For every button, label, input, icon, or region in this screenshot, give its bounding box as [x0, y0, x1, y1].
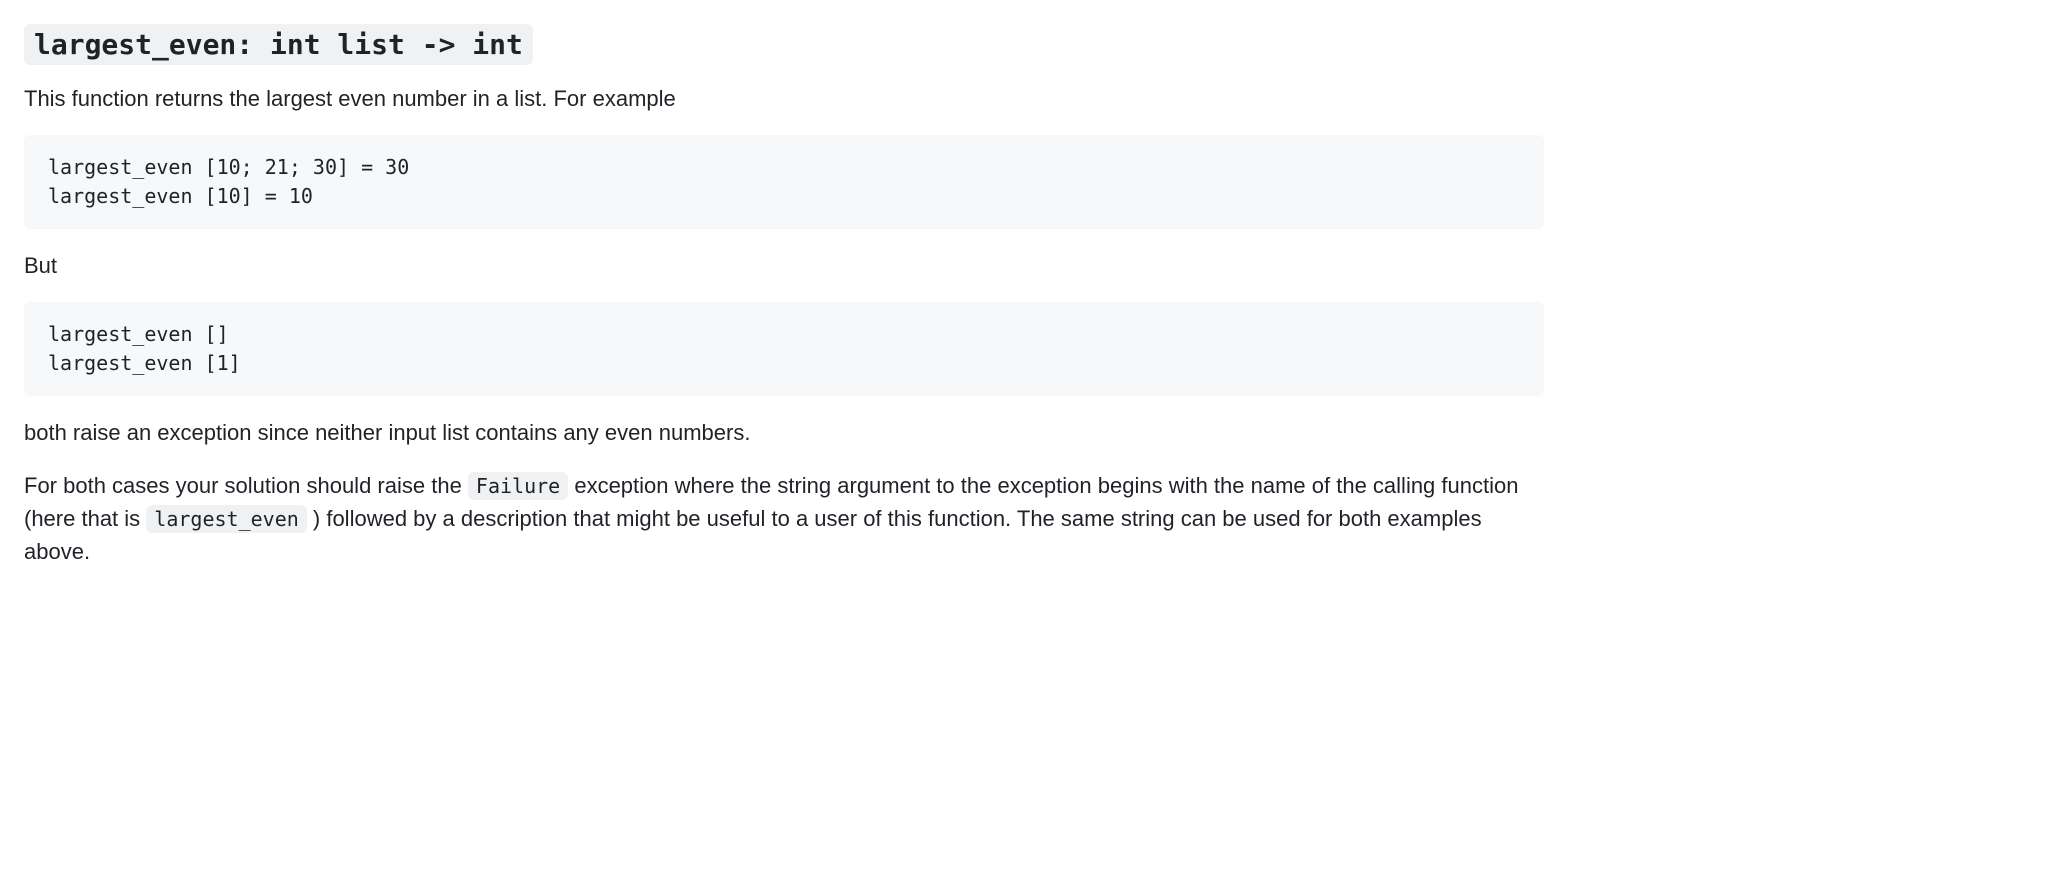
exception-paragraph: both raise an exception since neither in…: [24, 416, 1524, 449]
function-signature-heading: largest_even: int list -> int: [24, 24, 1544, 66]
signature-code: largest_even: int list -> int: [24, 24, 533, 65]
document-content: largest_even: int list -> int This funct…: [24, 24, 1544, 568]
example-code-block-2: largest_even [] largest_even [1]: [24, 302, 1544, 396]
final-paragraph: For both cases your solution should rais…: [24, 469, 1524, 568]
but-paragraph: But: [24, 249, 1524, 282]
example-code-block-1: largest_even [10; 21; 30] = 30 largest_e…: [24, 135, 1544, 229]
largest-even-inline-code: largest_even: [146, 505, 307, 533]
intro-paragraph: This function returns the largest even n…: [24, 82, 1524, 115]
failure-inline-code: Failure: [468, 472, 568, 500]
final-seg1: For both cases your solution should rais…: [24, 473, 468, 498]
